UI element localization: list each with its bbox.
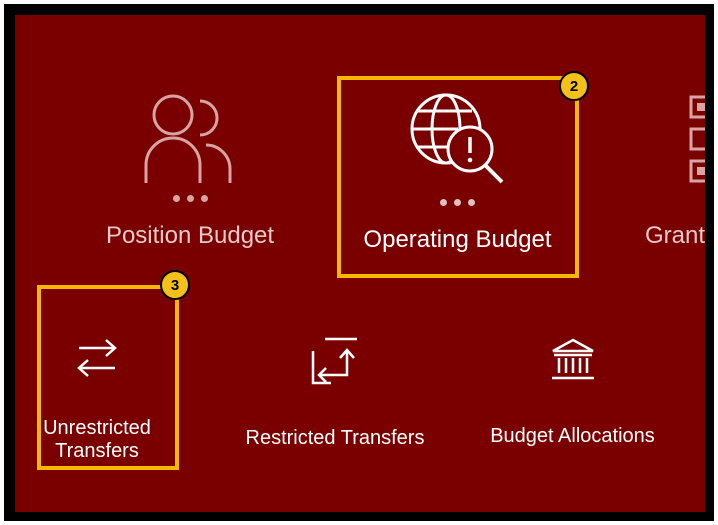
grid-checklist-icon: [689, 95, 705, 183]
callout-badge-3: 3: [160, 270, 190, 300]
tile-budget-allocations[interactable]: Budget Allocations: [475, 337, 670, 448]
restricted-transfer-icon: [311, 337, 357, 385]
tile-position-budget[interactable]: Position Budget: [90, 93, 290, 250]
callout-badge-2: 2: [559, 71, 589, 101]
highlight-box-unrestricted-transfers: [37, 285, 179, 470]
tile-grants[interactable]: Grants: [645, 93, 705, 250]
screenshot-frame: Position Budget Operating Budget Grant U…: [4, 4, 714, 521]
tile-restricted-transfers[interactable]: Restricted Transfers: [230, 335, 440, 450]
springboard-panel: Position Budget Operating Budget Grant U…: [15, 15, 705, 512]
tile-label: Restricted Transfers: [245, 427, 425, 449]
tile-label: Grants: [645, 222, 705, 249]
tile-label: Position Budget: [105, 222, 275, 249]
tile-label: Budget Allocations: [490, 425, 655, 447]
highlight-box-operating-budget: [337, 76, 579, 278]
users-icon: [144, 94, 232, 183]
more-dots[interactable]: [172, 195, 208, 202]
bank-building-icon: [551, 338, 594, 380]
